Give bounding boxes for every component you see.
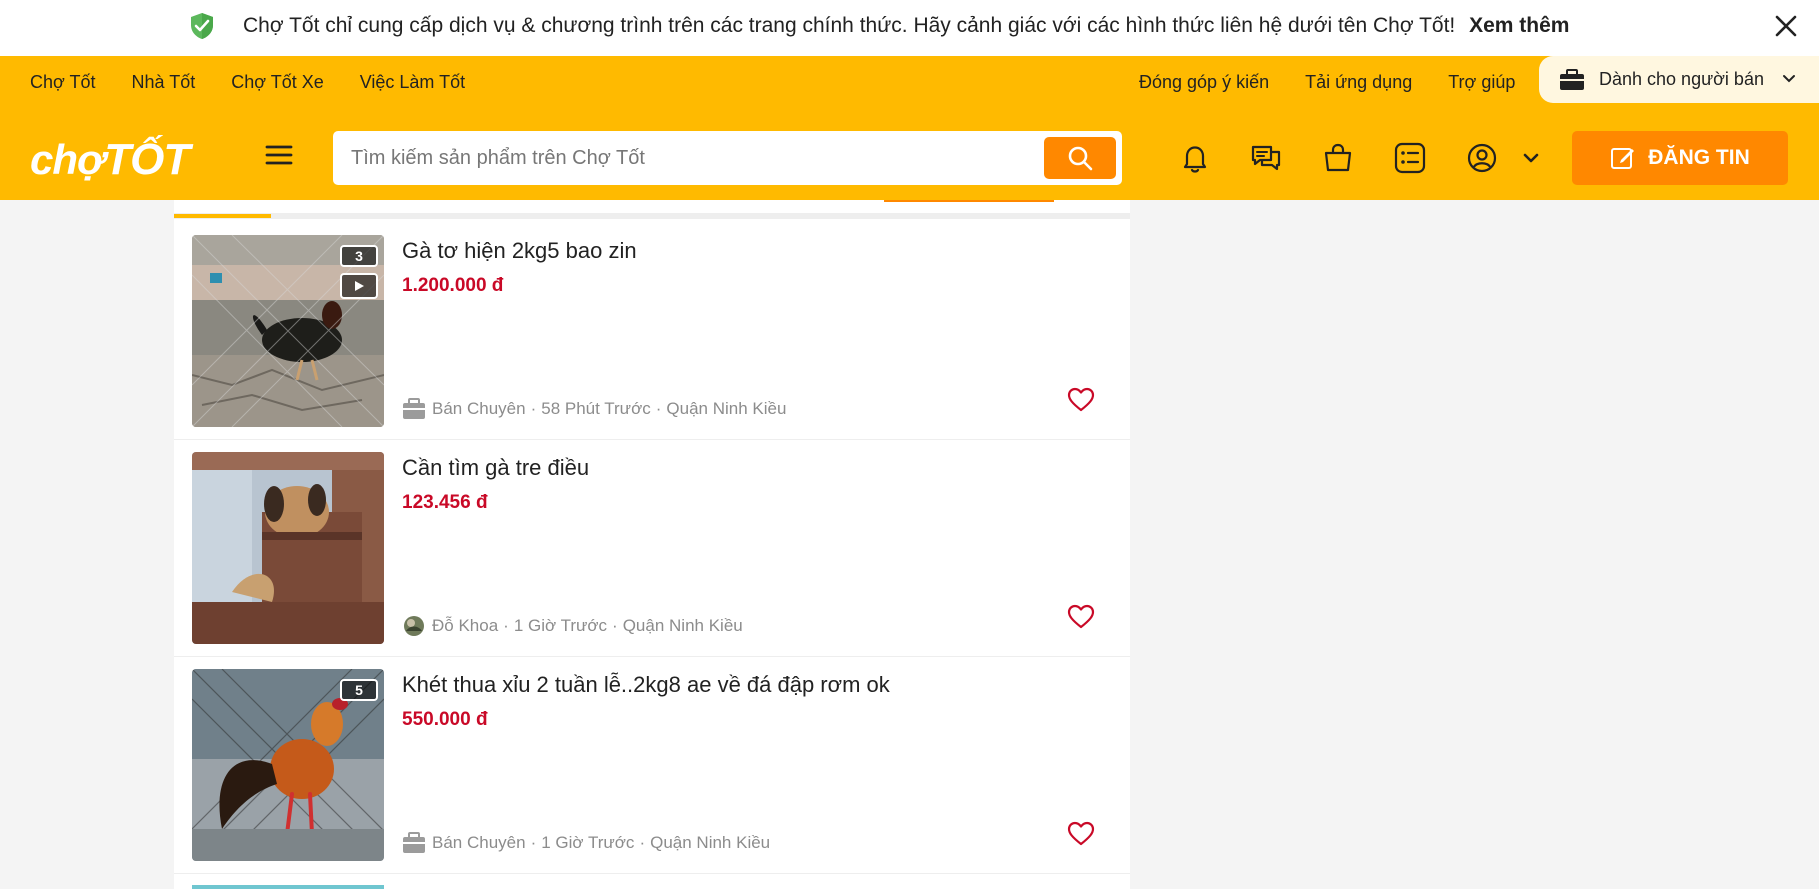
listing-meta: Đỗ Khoa · 1 Giờ Trước · Quận Ninh Kiều <box>402 615 743 637</box>
meta-separator: · <box>655 399 662 418</box>
nav-link-cho-tot[interactable]: Chợ Tốt <box>30 72 96 93</box>
nav-link-cho-tot-xe[interactable]: Chợ Tốt Xe <box>231 72 324 93</box>
listing-meta: Bán Chuyên · 58 Phút Trước · Quận Ninh K… <box>402 398 786 420</box>
listing-title[interactable]: Cần tìm gà tre điều <box>402 455 589 481</box>
listing-time: 58 Phút Trước <box>541 399 651 418</box>
listing-item[interactable]: 3 Gà tơ hiện 2kg5 bao zin 1.200.000 đ Bá… <box>174 224 1130 440</box>
utility-links: Đóng góp ý kiến Tải ứng dụng Trợ giúp <box>1139 72 1515 93</box>
bell-icon[interactable] <box>1178 141 1212 175</box>
meta-separator: · <box>503 616 509 635</box>
video-play-icon <box>340 273 378 299</box>
edit-icon <box>1611 148 1635 169</box>
banner-message: Chợ Tốt chỉ cung cấp dịch vụ & chương tr… <box>243 14 1569 38</box>
list-icon[interactable] <box>1393 141 1427 175</box>
safety-banner: Chợ Tốt chỉ cung cấp dịch vụ & chương tr… <box>0 0 1819 56</box>
listing-seller: Bán Chuyên <box>432 833 526 852</box>
shopping-bag-icon[interactable] <box>1321 141 1355 175</box>
search-input[interactable] <box>351 131 1031 185</box>
shop-icon <box>403 832 425 853</box>
banner-text: Chợ Tốt chỉ cung cấp dịch vụ & chương tr… <box>243 14 1456 37</box>
menu-icon[interactable] <box>265 144 293 166</box>
listing-item[interactable]: Cần tìm gà tre điều 123.456 đ Đỗ Khoa · … <box>174 441 1130 657</box>
user-icon[interactable] <box>1465 141 1499 175</box>
heart-icon[interactable] <box>1067 604 1095 630</box>
listing-thumbnail[interactable]: 5 <box>192 669 384 861</box>
listing-item[interactable]: 5 Khét thua xỉu 2 tuần lễ..2kg8 ae về đá… <box>174 658 1130 874</box>
meta-separator: · <box>530 833 537 852</box>
tab-button-edge <box>884 200 1054 202</box>
listing-location: Quận Ninh Kiều <box>650 833 771 852</box>
meta-separator: · <box>639 833 646 852</box>
search-icon <box>1068 146 1093 171</box>
shop-icon <box>403 398 425 419</box>
listing-thumbnail-partial <box>192 885 384 889</box>
logo[interactable]: chợTỐT <box>30 135 190 185</box>
listing-price: 1.200.000 đ <box>402 275 504 296</box>
listing-location: Quận Ninh Kiều <box>666 399 787 418</box>
logo-part-cho: chợ <box>30 136 105 183</box>
logo-part-tot: TỐT <box>104 135 190 184</box>
post-ad-label: ĐĂNG TIN <box>1648 146 1750 169</box>
close-icon[interactable] <box>1772 12 1800 40</box>
meta-separator: · <box>530 399 537 418</box>
listing-meta: Bán Chuyên · 1 Giờ Trước · Quận Ninh Kiề… <box>402 832 770 854</box>
chevron-down-icon <box>1783 75 1795 83</box>
dog-photo <box>192 452 384 644</box>
listing-title[interactable]: Gà tơ hiện 2kg5 bao zin <box>402 238 637 264</box>
active-tab-indicator <box>174 214 271 218</box>
feedback-link[interactable]: Đóng góp ý kiến <box>1139 72 1269 93</box>
heart-icon[interactable] <box>1067 821 1095 847</box>
listing-location: Quận Ninh Kiều <box>622 616 743 635</box>
photo-count-badge: 5 <box>340 679 378 701</box>
chevron-down-icon[interactable] <box>1521 141 1541 175</box>
nav-link-nha-tot[interactable]: Nhà Tốt <box>132 72 196 93</box>
site-links: Chợ Tốt Nhà Tốt Chợ Tốt Xe Việc Làm Tốt <box>30 72 465 93</box>
post-ad-button[interactable]: ĐĂNG TIN <box>1572 131 1788 185</box>
meta-separator: · <box>612 616 618 635</box>
listing-title[interactable]: Khét thua xỉu 2 tuần lễ..2kg8 ae về đá đ… <box>402 672 890 698</box>
seller-menu-label: Dành cho người bán <box>1599 69 1764 89</box>
briefcase-icon <box>1560 68 1584 90</box>
listing-price: 123.456 đ <box>402 492 488 513</box>
search-bar <box>333 131 1122 185</box>
listing-seller: Bán Chuyên <box>432 399 526 418</box>
download-app-link[interactable]: Tải ứng dụng <box>1305 72 1412 93</box>
chat-icon[interactable] <box>1249 141 1283 175</box>
listing-time: 1 Giờ Trước <box>513 616 608 635</box>
listing-price: 550.000 đ <box>402 709 488 730</box>
listing-thumbnail[interactable]: 3 <box>192 235 384 427</box>
heart-icon[interactable] <box>1067 387 1095 413</box>
tabs-strip <box>174 200 1130 219</box>
listing-item-partial[interactable] <box>174 875 1130 889</box>
listing-panel: 3 Gà tơ hiện 2kg5 bao zin 1.200.000 đ Bá… <box>174 200 1130 889</box>
seller-menu[interactable]: Dành cho người bán <box>1539 56 1819 103</box>
photo-count-badge: 3 <box>340 245 378 267</box>
seller-avatar <box>404 616 424 636</box>
listing-seller: Đỗ Khoa <box>432 616 499 635</box>
nav-link-viec-lam-tot[interactable]: Việc Làm Tốt <box>360 72 465 93</box>
banner-more-link[interactable]: Xem thêm <box>1469 14 1569 37</box>
shield-check-icon <box>191 13 213 39</box>
help-link[interactable]: Trợ giúp <box>1448 72 1515 93</box>
listing-thumbnail[interactable] <box>192 452 384 644</box>
search-button[interactable] <box>1044 137 1116 179</box>
listing-time: 1 Giờ Trước <box>541 833 635 852</box>
